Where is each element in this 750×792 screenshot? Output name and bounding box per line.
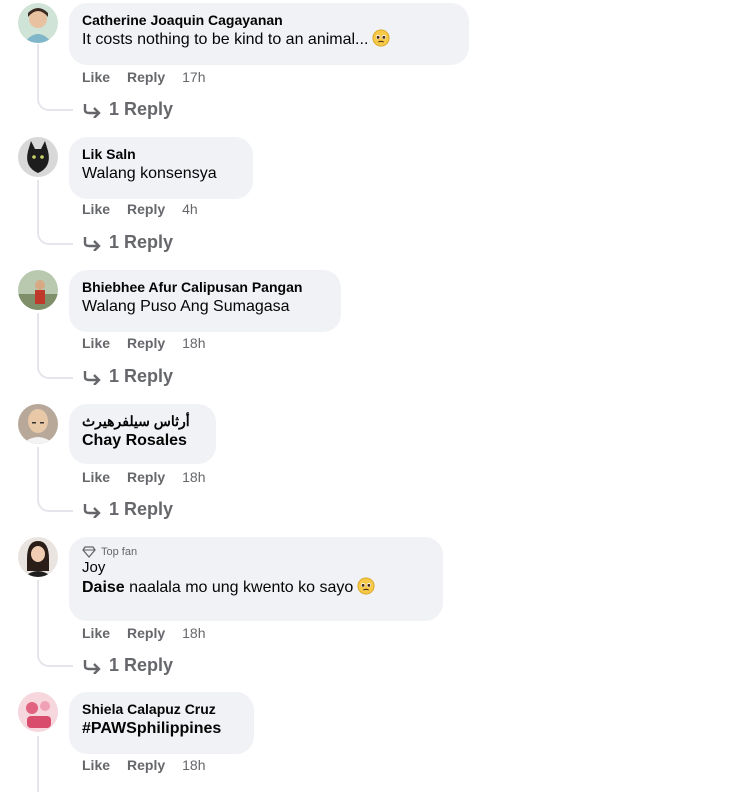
timestamp[interactable]: 18h [182, 625, 205, 641]
comment-author[interactable]: Bhiebhee Afur Calipusan Pangan [82, 278, 328, 296]
hashtag-link[interactable]: #PAWSphilippines [82, 720, 221, 737]
cat-avatar[interactable] [18, 137, 58, 177]
comment-bubble: Bhiebhee Afur Calipusan Pangan Walang Pu… [69, 270, 341, 332]
like-button[interactable]: Like [82, 625, 110, 641]
pleading-face-icon [372, 29, 390, 47]
top-fan-label: Top fan [101, 546, 138, 558]
bald-man-avatar[interactable] [18, 404, 58, 444]
like-button[interactable]: Like [82, 335, 110, 351]
like-button[interactable]: Like [82, 201, 110, 217]
like-button[interactable]: Like [82, 469, 110, 485]
comment-author[interactable]: أرثاس سيلفرهيرث [82, 412, 203, 430]
comment-text-line: It costs nothing to be kind to an animal… [82, 29, 456, 51]
thread-curve [37, 95, 73, 111]
view-replies-link[interactable]: 1 Reply [82, 499, 173, 520]
thread-line [37, 313, 39, 367]
thread-line [37, 44, 39, 99]
comment-actions: Like Reply 18h [82, 335, 223, 351]
comment-bubble: Shiela Calapuz Cruz #PAWSphilippines [69, 692, 254, 754]
thread-curve [37, 496, 73, 512]
comment-actions: Like Reply 17h [82, 69, 223, 85]
thread-line [37, 447, 39, 500]
view-replies-link[interactable]: 1 Reply [82, 99, 173, 120]
pleading-face-icon [357, 577, 375, 595]
comment-bubble: Top fan Joy Daise naalala mo ung kwento … [69, 537, 443, 621]
like-button[interactable]: Like [82, 69, 110, 85]
reply-button[interactable]: Reply [127, 69, 165, 85]
reply-arrow-icon [83, 370, 101, 385]
comment-bubble: Catherine Joaquin Cagayanan It costs not… [69, 3, 469, 65]
timestamp[interactable]: 18h [182, 469, 205, 485]
comment-actions: Like Reply 18h [82, 757, 223, 773]
timestamp[interactable]: 4h [182, 201, 198, 217]
timestamp[interactable]: 18h [182, 335, 205, 351]
woman-avatar[interactable] [18, 3, 58, 43]
view-replies-link[interactable]: 1 Reply [82, 655, 173, 676]
like-button[interactable]: Like [82, 757, 110, 773]
replies-count: 1 Reply [109, 499, 174, 519]
comment-bubble: Lik Saln Walang konsensya [69, 137, 253, 199]
diamond-icon [82, 546, 96, 558]
thread-curve [37, 363, 73, 379]
comment-text: naalala mo ung kwento ko sayo [124, 579, 354, 596]
comment-author[interactable]: Joy [82, 559, 430, 577]
reply-button[interactable]: Reply [127, 201, 165, 217]
replies-count: 1 Reply [109, 366, 174, 386]
reply-button[interactable]: Reply [127, 469, 165, 485]
replies-count: 1 Reply [109, 99, 174, 119]
photo-avatar[interactable] [18, 270, 58, 310]
mention-link[interactable]: Chay Rosales [82, 432, 187, 449]
reply-arrow-icon [83, 659, 101, 674]
comment-bubble: أرثاس سيلفرهيرث Chay Rosales [69, 404, 216, 464]
replies-count: 1 Reply [109, 655, 174, 675]
reply-arrow-icon [83, 103, 101, 118]
reply-arrow-icon [83, 503, 101, 518]
comment-text-line: #PAWSphilippines [82, 718, 241, 740]
thread-line [37, 736, 39, 792]
reply-button[interactable]: Reply [127, 757, 165, 773]
woman-avatar[interactable] [18, 537, 58, 577]
view-replies-link[interactable]: 1 Reply [82, 232, 173, 253]
comment-author[interactable]: Catherine Joaquin Cagayanan [82, 11, 456, 29]
comment-text: Walang Puso Ang Sumagasa [82, 298, 290, 315]
reply-button[interactable]: Reply [127, 335, 165, 351]
top-fan-badge[interactable]: Top fan [82, 545, 430, 559]
comment-actions: Like Reply 4h [82, 201, 215, 217]
comment-actions: Like Reply 18h [82, 625, 223, 641]
comment-author[interactable]: Shiela Calapuz Cruz [82, 700, 241, 718]
timestamp[interactable]: 18h [182, 757, 205, 773]
timestamp[interactable]: 17h [182, 69, 205, 85]
thread-line [37, 180, 39, 233]
view-replies-link[interactable]: 1 Reply [82, 366, 173, 387]
comment-text: Walang konsensya [82, 165, 217, 182]
comment-text-line: Daise naalala mo ung kwento ko sayo [82, 577, 430, 599]
replies-count: 1 Reply [109, 232, 174, 252]
comment-text: It costs nothing to be kind to an animal… [82, 31, 369, 48]
mention-link[interactable]: Daise [82, 579, 125, 596]
thread-curve [37, 651, 73, 667]
comment-text-line: Chay Rosales [82, 430, 203, 452]
reply-button[interactable]: Reply [127, 625, 165, 641]
reply-arrow-icon [83, 236, 101, 251]
comment-author[interactable]: Lik Saln [82, 145, 240, 163]
comment-actions: Like Reply 18h [82, 469, 223, 485]
thread-line [37, 580, 39, 655]
pink-photo-avatar[interactable] [18, 692, 58, 732]
thread-curve [37, 229, 73, 245]
